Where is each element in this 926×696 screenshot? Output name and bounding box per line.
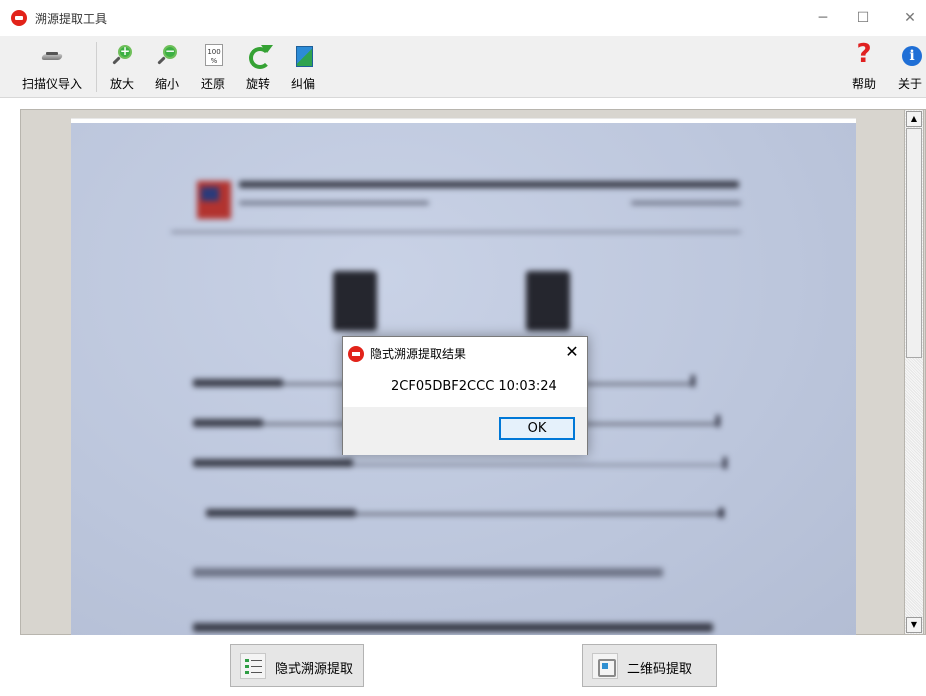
extract-result-dialog: 隐式溯源提取结果 ✕ 2CF05DBF2CCC 10:03:24 OK — [342, 336, 588, 455]
help-label: 帮助 — [851, 77, 876, 91]
dialog-message: 2CF05DBF2CCC 10:03:24 — [391, 379, 557, 394]
dialog-title: 隐式溯源提取结果 — [370, 347, 467, 361]
toolbar: 扫描仪导入 + 放大 − 缩小 100 % 还原 旋转 纠偏 ? 帮助 i 关于 — [0, 36, 926, 98]
deskew-button[interactable]: 纠偏 — [287, 44, 319, 94]
dialog-footer: OK — [343, 407, 587, 455]
scanner-icon — [40, 44, 64, 68]
title-bar: 溯源提取工具 ─ ☐ ✕ — [0, 0, 926, 36]
scan-import-button[interactable]: 扫描仪导入 — [18, 44, 86, 94]
scan-import-label: 扫描仪导入 — [21, 77, 82, 91]
reset-icon: 100 % — [201, 44, 225, 68]
zoom-out-button[interactable]: − 缩小 — [151, 44, 183, 94]
zoom-in-icon: + — [110, 44, 134, 68]
hidden-trace-extract-label: 隐式溯源提取 — [275, 662, 354, 677]
qrcode-icon — [592, 653, 618, 679]
scroll-thumb[interactable] — [906, 128, 922, 358]
scroll-up-button[interactable]: ▲ — [906, 111, 922, 127]
window-title: 溯源提取工具 — [35, 12, 108, 26]
deskew-icon — [291, 44, 315, 68]
qrcode-extract-label: 二维码提取 — [627, 662, 693, 677]
list-icon — [240, 653, 266, 679]
deskew-label: 纠偏 — [290, 77, 315, 91]
reset-button[interactable]: 100 % 还原 — [197, 44, 229, 94]
maximize-button[interactable]: ☐ — [849, 6, 877, 30]
app-logo-icon — [11, 10, 27, 26]
qrcode-extract-button[interactable]: 二维码提取 — [582, 644, 717, 687]
zoom-out-label: 缩小 — [154, 77, 179, 91]
about-label: 关于 — [897, 77, 922, 91]
zoom-out-icon: − — [155, 44, 179, 68]
zoom-in-button[interactable]: + 放大 — [106, 44, 138, 94]
reset-label: 还原 — [200, 77, 225, 91]
help-icon: ? — [856, 39, 872, 69]
dialog-app-icon — [348, 346, 364, 362]
zoom-in-label: 放大 — [109, 77, 134, 91]
ok-button[interactable]: OK — [499, 417, 575, 440]
rotate-icon — [246, 44, 273, 69]
vertical-scrollbar[interactable]: ▲ ▼ — [904, 109, 924, 635]
info-icon: i — [898, 44, 922, 68]
dialog-close-button[interactable]: ✕ — [561, 341, 583, 363]
scroll-down-button[interactable]: ▼ — [906, 617, 922, 633]
rotate-label: 旋转 — [245, 77, 270, 91]
window-close-button[interactable]: ✕ — [896, 6, 924, 30]
bottom-action-bar: 隐式溯源提取 二维码提取 — [0, 635, 926, 696]
minimize-button[interactable]: ─ — [809, 6, 837, 30]
toolbar-separator — [96, 42, 97, 92]
hidden-trace-extract-button[interactable]: 隐式溯源提取 — [230, 644, 364, 687]
about-button[interactable]: i 关于 — [894, 44, 926, 94]
rotate-button[interactable]: 旋转 — [242, 44, 274, 94]
help-button[interactable]: ? 帮助 — [848, 39, 880, 94]
document-logo-image — [197, 181, 231, 219]
